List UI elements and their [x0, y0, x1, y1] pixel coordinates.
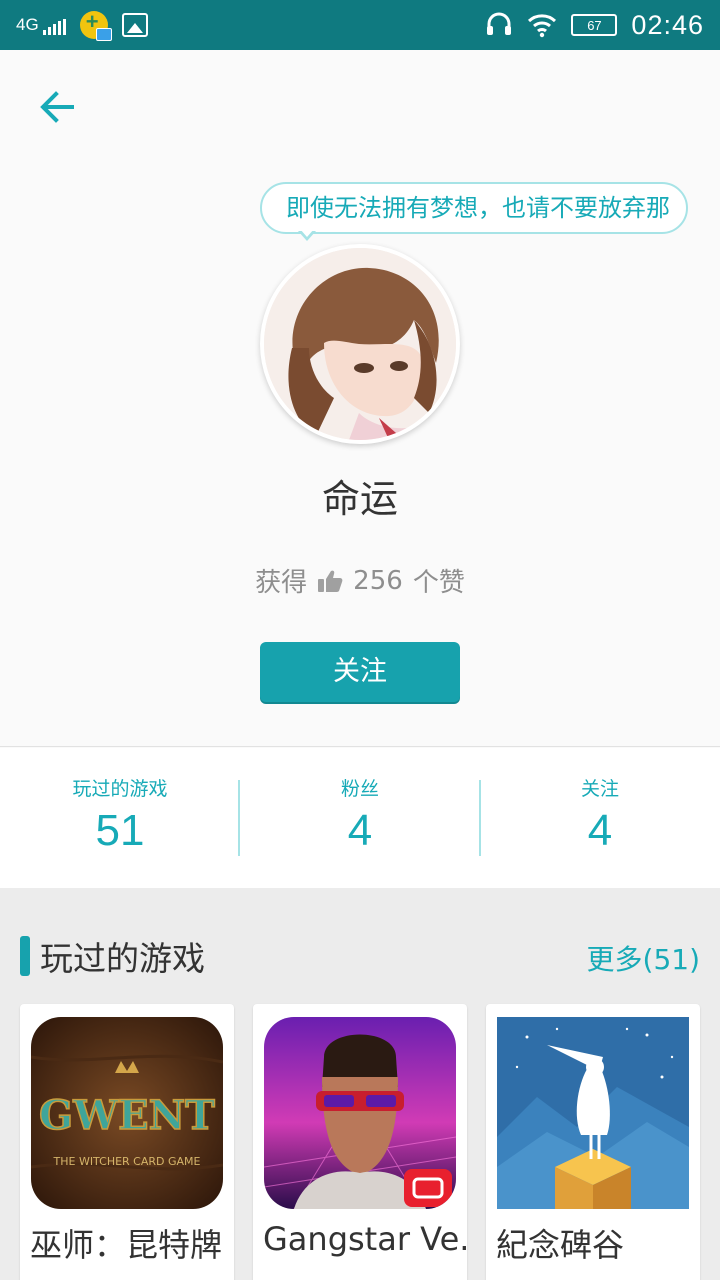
status-bar: 4G 67 02:46	[0, 0, 720, 50]
arrow-left-icon	[40, 91, 74, 123]
more-link[interactable]: 更多(51)	[587, 938, 700, 978]
headset-icon	[487, 12, 512, 35]
status-right: 67 02:46	[485, 8, 704, 42]
signal-icon	[42, 19, 66, 35]
signature-bubble: 即使无法拥有梦想，也请不要放弃那	[260, 182, 688, 234]
game-card[interactable]: Gangstar Ve...	[253, 1004, 467, 1280]
stat-following[interactable]: 关注 4	[480, 748, 720, 888]
stat-value: 4	[347, 806, 373, 855]
game-cover	[264, 1017, 456, 1209]
stat-value: 51	[95, 806, 145, 855]
stat-fans[interactable]: 粉丝 4	[240, 748, 480, 888]
username: 命运	[321, 477, 398, 521]
section-accent-bar	[20, 936, 30, 976]
game-name: Gangstar Ve...	[263, 1220, 467, 1258]
status-time: 02:46	[631, 9, 704, 40]
image-notification-icon	[121, 13, 148, 37]
stat-label: 玩过的游戏	[72, 778, 168, 800]
stat-value: 4	[587, 806, 613, 855]
app-notification-icon	[79, 9, 112, 41]
stat-played-games[interactable]: 玩过的游戏 51	[0, 748, 240, 888]
section-title: 玩过的游戏	[40, 939, 205, 978]
wifi-icon	[528, 14, 557, 38]
game-name: 紀念碑谷	[496, 1226, 625, 1264]
monument-valley-cover-image	[497, 1017, 689, 1209]
battery-icon: 67	[571, 14, 618, 36]
gwent-cover-image: GWENT THE WITCHER CARD GAME	[31, 1017, 223, 1209]
signal-indicator: 4G	[16, 15, 66, 35]
stat-divider	[479, 780, 481, 856]
stat-label: 关注	[580, 778, 619, 800]
likes-count: 256	[353, 565, 403, 596]
avatar-image	[264, 248, 456, 440]
network-type: 4G	[16, 15, 39, 34]
divider	[0, 746, 720, 747]
signature-text: 即使无法拥有梦想，也请不要放弃那	[286, 194, 670, 222]
game-cover: GWENT THE WITCHER CARD GAME	[31, 1017, 223, 1209]
game-name: 巫师：昆特牌	[30, 1226, 223, 1264]
back-button[interactable]	[30, 80, 84, 134]
game-card[interactable]: GWENT THE WITCHER CARD GAME 巫师：昆特牌	[20, 1004, 234, 1280]
avatar[interactable]	[260, 244, 460, 444]
follow-button[interactable]: 关注	[260, 642, 460, 702]
stat-label: 粉丝	[340, 778, 379, 800]
game-card[interactable]: 紀念碑谷	[486, 1004, 700, 1280]
stat-divider	[238, 780, 240, 856]
bubble-tail	[298, 229, 316, 241]
gangstar-cover-image	[264, 1017, 456, 1209]
stats-bar: 玩过的游戏 51 粉丝 4 关注 4	[0, 748, 720, 888]
cover-title: GWENT	[39, 1092, 215, 1139]
cover-subtitle: THE WITCHER CARD GAME	[53, 1155, 201, 1168]
likes-suffix: 个赞	[412, 568, 465, 598]
likes-summary: 获得 256 个赞	[0, 562, 720, 599]
battery-level: 67	[587, 17, 602, 33]
likes-prefix: 获得	[255, 568, 308, 598]
game-cover	[497, 1017, 689, 1209]
status-left: 4G	[16, 9, 148, 41]
thumbs-up-icon	[318, 570, 343, 592]
